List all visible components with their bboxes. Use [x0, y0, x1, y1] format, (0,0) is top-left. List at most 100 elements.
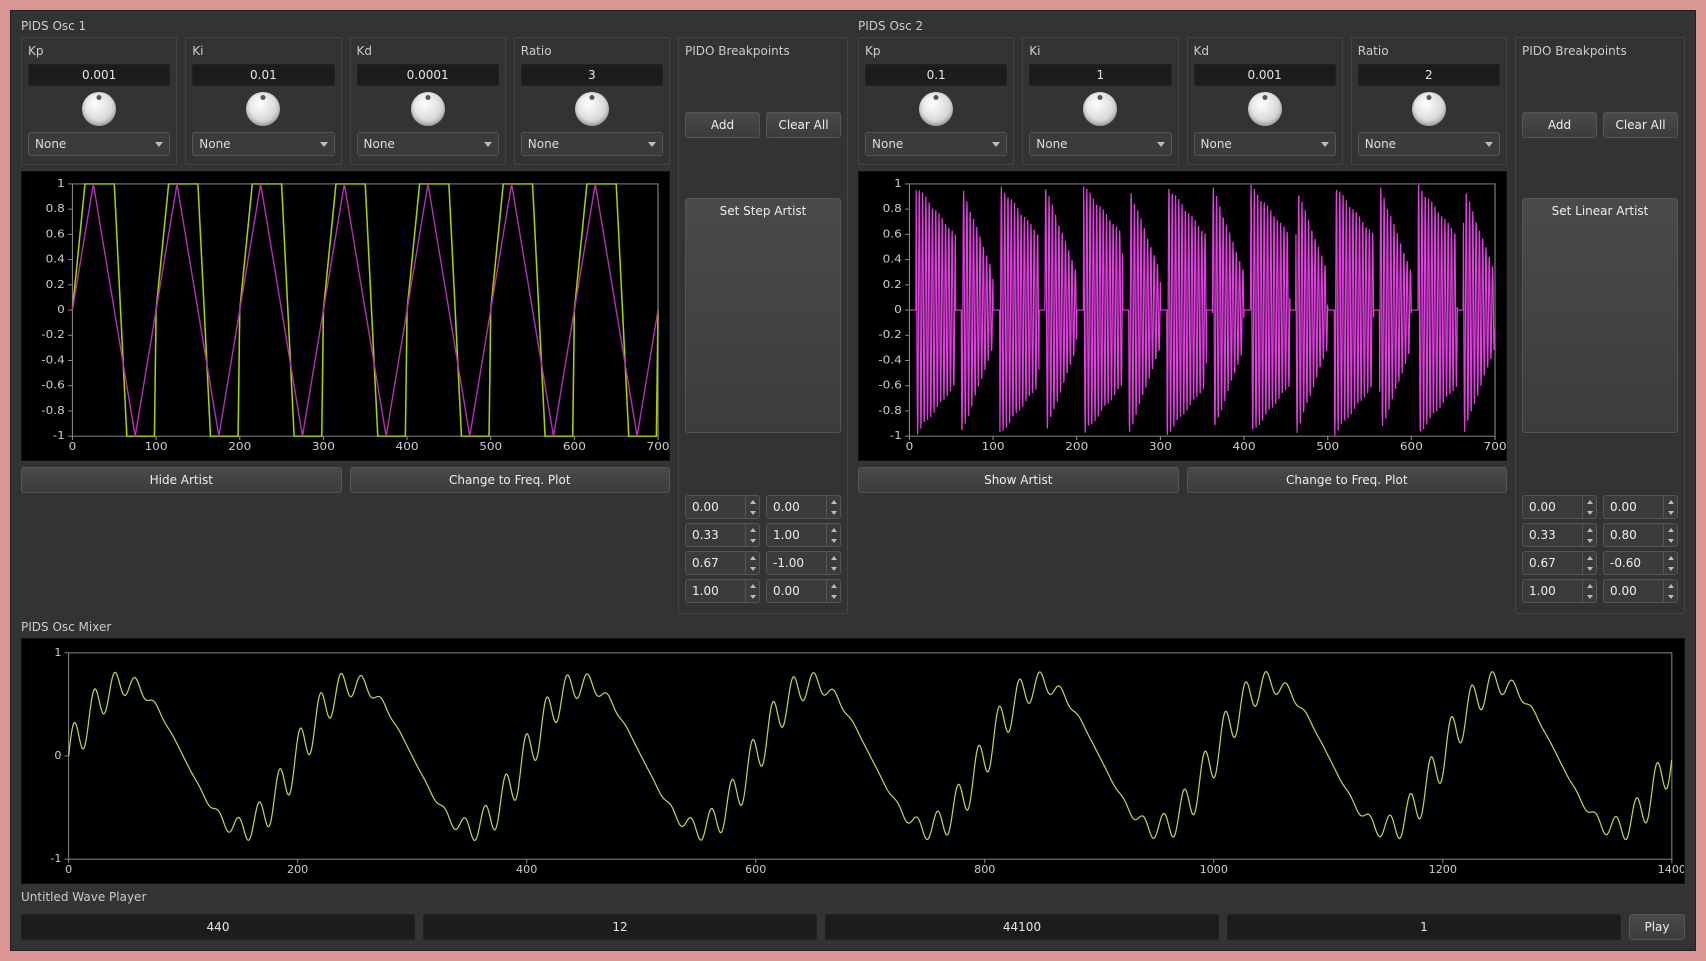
- bp-time-spin[interactable]: 0.00: [685, 495, 760, 519]
- knob-select[interactable]: None: [1194, 132, 1336, 156]
- svg-text:0.2: 0.2: [46, 277, 65, 290]
- svg-text:0.4: 0.4: [46, 252, 65, 265]
- spin-down-icon[interactable]: [746, 507, 759, 518]
- clear-all-button[interactable]: Clear All: [766, 112, 841, 138]
- knob-select[interactable]: None: [1029, 132, 1171, 156]
- spin-up-icon[interactable]: [746, 552, 759, 563]
- freq-field[interactable]: 440: [21, 914, 415, 940]
- spin-down-icon[interactable]: [1583, 535, 1596, 546]
- gain-field[interactable]: 1: [1227, 914, 1621, 940]
- spin-up-icon[interactable]: [746, 524, 759, 535]
- set-linear-artist-button[interactable]: Set Linear Artist: [1522, 198, 1678, 433]
- chevron-down-icon: [1485, 142, 1493, 147]
- spin-up-icon[interactable]: [1664, 524, 1677, 535]
- spin-down-icon[interactable]: [827, 535, 840, 546]
- knob-select[interactable]: None: [865, 132, 1007, 156]
- knob-value-input[interactable]: 2: [1358, 64, 1500, 86]
- spin-arrows: [1582, 524, 1596, 546]
- spin-down-icon[interactable]: [1664, 535, 1677, 546]
- knob-value-input[interactable]: 0.1: [865, 64, 1007, 86]
- svg-text:1000: 1000: [1200, 863, 1228, 876]
- spin-up-icon[interactable]: [746, 496, 759, 507]
- app-root: PIDS Osc 1 Kp0.001NoneKi0.01NoneKd0.0001…: [10, 10, 1696, 951]
- osc1-title: PIDS Osc 1: [21, 19, 848, 33]
- set-step-artist-button[interactable]: Set Step Artist: [685, 198, 841, 433]
- knob-value-input[interactable]: 0.0001: [357, 64, 499, 86]
- spin-up-icon[interactable]: [746, 580, 759, 591]
- knob-select[interactable]: None: [357, 132, 499, 156]
- knob-value-input[interactable]: 0.001: [1194, 64, 1336, 86]
- bp-value-spin[interactable]: 1.00: [766, 523, 841, 547]
- spin-down-icon[interactable]: [827, 507, 840, 518]
- spin-down-icon[interactable]: [1664, 563, 1677, 574]
- show-artist-button[interactable]: Show Artist: [858, 467, 1179, 493]
- change-to-freq-plot-button[interactable]: Change to Freq. Plot: [350, 467, 671, 493]
- bp-value-spin[interactable]: 0.00: [766, 495, 841, 519]
- bp-value-spin[interactable]: -0.60: [1603, 551, 1678, 575]
- spin-up-icon[interactable]: [827, 524, 840, 535]
- bp-value-spin[interactable]: 0.00: [766, 579, 841, 603]
- bp-time-spin[interactable]: 0.67: [685, 551, 760, 575]
- spin-up-icon[interactable]: [1664, 580, 1677, 591]
- spin-value: 0.00: [686, 500, 745, 514]
- knob-dial[interactable]: [246, 92, 280, 126]
- spin-up-icon[interactable]: [1583, 524, 1596, 535]
- spin-up-icon[interactable]: [1664, 496, 1677, 507]
- spin-down-icon[interactable]: [746, 591, 759, 602]
- spin-up-icon[interactable]: [1583, 580, 1596, 591]
- spin-down-icon[interactable]: [1583, 591, 1596, 602]
- bp-title: PIDO Breakpoints: [1522, 44, 1678, 58]
- knob-select[interactable]: None: [1358, 132, 1500, 156]
- add-button[interactable]: Add: [685, 112, 760, 138]
- spin-value: 0.00: [1523, 500, 1582, 514]
- spin-down-icon[interactable]: [746, 563, 759, 574]
- spin-up-icon[interactable]: [827, 580, 840, 591]
- spin-up-icon[interactable]: [827, 552, 840, 563]
- bp-time-spin[interactable]: 0.00: [1522, 495, 1597, 519]
- spin-up-icon[interactable]: [1583, 496, 1596, 507]
- add-button[interactable]: Add: [1522, 112, 1597, 138]
- change-to-freq-plot-button[interactable]: Change to Freq. Plot: [1187, 467, 1508, 493]
- knob-dial[interactable]: [919, 92, 953, 126]
- hide-artist-button[interactable]: Hide Artist: [21, 467, 342, 493]
- bp-value-spin[interactable]: -1.00: [766, 551, 841, 575]
- spin-up-icon[interactable]: [1664, 552, 1677, 563]
- bp-value-spin[interactable]: 0.00: [1603, 495, 1678, 519]
- knob-value-input[interactable]: 1: [1029, 64, 1171, 86]
- bp-time-spin[interactable]: 0.33: [685, 523, 760, 547]
- bp-time-spin[interactable]: 0.33: [1522, 523, 1597, 547]
- knob-dial[interactable]: [575, 92, 609, 126]
- bp-time-spin[interactable]: 1.00: [1522, 579, 1597, 603]
- knob-value-input[interactable]: 0.01: [192, 64, 334, 86]
- spin-down-icon[interactable]: [827, 591, 840, 602]
- bp-value-spin[interactable]: 0.00: [1603, 579, 1678, 603]
- knob-dial[interactable]: [1083, 92, 1117, 126]
- knob-value-input[interactable]: 0.001: [28, 64, 170, 86]
- spin-up-icon[interactable]: [1583, 552, 1596, 563]
- spin-down-icon[interactable]: [827, 563, 840, 574]
- knob-dial[interactable]: [1412, 92, 1446, 126]
- spin-down-icon[interactable]: [1664, 507, 1677, 518]
- knob-value-input[interactable]: 3: [521, 64, 663, 86]
- spin-down-icon[interactable]: [1664, 591, 1677, 602]
- spin-down-icon[interactable]: [746, 535, 759, 546]
- spin-up-icon[interactable]: [827, 496, 840, 507]
- bp-time-spin[interactable]: 0.67: [1522, 551, 1597, 575]
- bp-time-spin[interactable]: 1.00: [685, 579, 760, 603]
- bp-value-spin[interactable]: 0.80: [1603, 523, 1678, 547]
- knob-dial[interactable]: [411, 92, 445, 126]
- samplerate-field[interactable]: 44100: [825, 914, 1219, 940]
- spin-down-icon[interactable]: [1583, 563, 1596, 574]
- spin-down-icon[interactable]: [1583, 507, 1596, 518]
- duration-field[interactable]: 12: [423, 914, 817, 940]
- play-button[interactable]: Play: [1629, 914, 1685, 940]
- osc2-title: PIDS Osc 2: [858, 19, 1685, 33]
- knob-dial[interactable]: [82, 92, 116, 126]
- clear-all-button[interactable]: Clear All: [1603, 112, 1678, 138]
- select-value: None: [199, 137, 230, 151]
- knob-select[interactable]: None: [521, 132, 663, 156]
- knob-select[interactable]: None: [28, 132, 170, 156]
- knob-select[interactable]: None: [192, 132, 334, 156]
- svg-text:0: 0: [894, 303, 902, 316]
- knob-dial[interactable]: [1248, 92, 1282, 126]
